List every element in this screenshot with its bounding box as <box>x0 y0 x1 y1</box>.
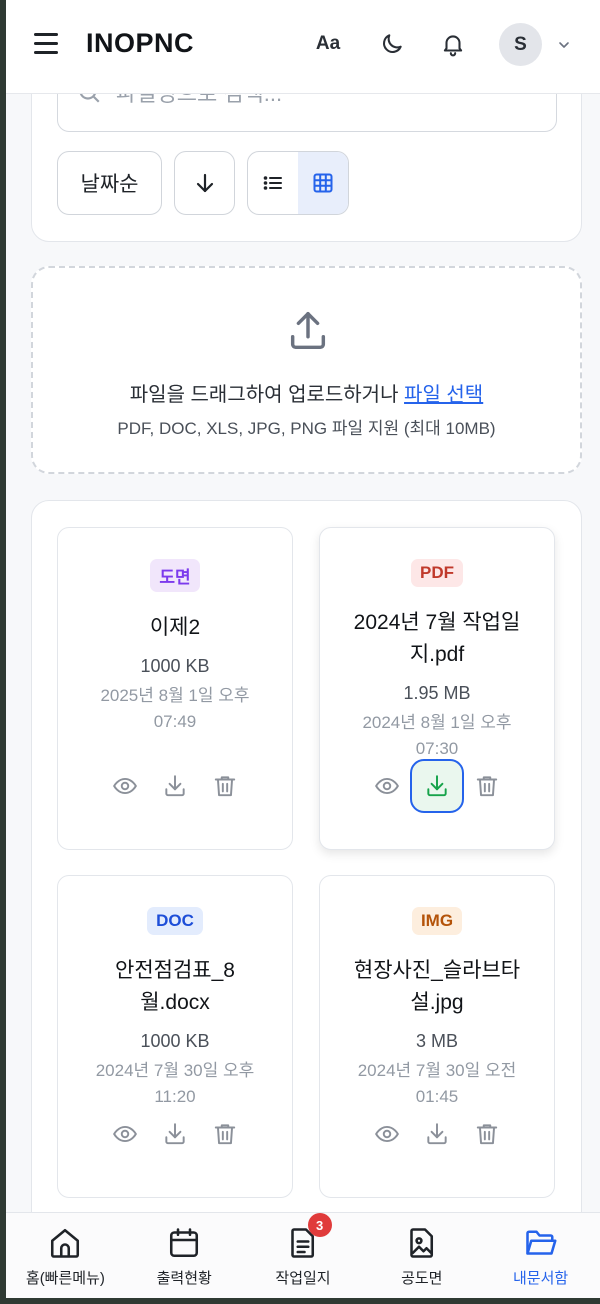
file-size: 1.95 MB <box>403 683 471 703</box>
eye-icon <box>113 1125 137 1143</box>
bell-icon <box>443 35 463 57</box>
file-card[interactable]: IMG 현장사진_슬라브타설.jpg 3 MB 2024년 7월 30일 오전 … <box>319 875 555 1198</box>
file-name: 2024년 7월 작업일지.pdf <box>353 611 521 666</box>
arrow-down-icon <box>196 173 213 193</box>
nav-label: 홈(빠른메뉴) <box>25 1270 105 1287</box>
sort-label: 날짜순 <box>80 173 139 196</box>
download-icon <box>165 775 185 797</box>
nav-item-work-log[interactable]: 3 작업일지 <box>244 1213 363 1298</box>
app-frame: 파일명으로 검색... 날짜순 파일을 드래그하여 업로드하거나 파일 선택 P… <box>6 0 600 1298</box>
delete-button[interactable] <box>212 1121 238 1147</box>
file-name: 이제2 <box>149 616 201 639</box>
grid-icon <box>313 173 333 193</box>
image-file-icon <box>410 1228 433 1258</box>
file-type-badge: 도면 <box>150 559 200 592</box>
upload-dropzone[interactable]: 파일을 드래그하여 업로드하거나 파일 선택 PDF, DOC, XLS, JP… <box>31 266 582 474</box>
download-button[interactable] <box>162 1121 188 1147</box>
menu-line <box>34 51 58 54</box>
download-icon <box>427 1123 447 1145</box>
chevron-down-icon[interactable] <box>556 37 572 53</box>
preview-button[interactable] <box>374 1121 400 1147</box>
notification-badge: 3 <box>307 1213 332 1237</box>
bottom-nav: 홈(빠른메뉴) 출력현황 3 작업일지 공도면 내문서함 <box>6 1212 600 1298</box>
file-type-badge: PDF <box>411 559 463 587</box>
nav-item-output-status[interactable]: 출력현황 <box>125 1213 244 1298</box>
file-grid: 도면 이제2 1000 KB 2025년 8월 1일 오후 07:49 PDF … <box>31 500 582 1260</box>
trash-icon <box>476 776 498 797</box>
nav-label: 출력현황 <box>156 1270 212 1287</box>
trash-icon <box>214 1124 236 1145</box>
sort-direction-button[interactable] <box>174 151 235 215</box>
menu-line <box>34 33 58 36</box>
upload-hint: PDF, DOC, XLS, JPG, PNG 파일 지원 (최대 10MB) <box>117 419 496 438</box>
home-icon <box>51 1228 80 1258</box>
font-size-button[interactable]: Aa <box>314 30 342 58</box>
file-card[interactable]: DOC 안전점검표_8월.docx 1000 KB 2024년 7월 30일 오… <box>57 875 293 1198</box>
menu-line <box>34 42 58 45</box>
app-header: INOPNC Aa S <box>6 0 600 94</box>
file-name: 현장사진_슬라브타설.jpg <box>353 959 521 1014</box>
list-icon <box>263 176 282 190</box>
preview-button[interactable] <box>112 1121 138 1147</box>
file-date: 2024년 8월 1일 오후 07:30 <box>362 713 512 758</box>
dark-mode-button[interactable] <box>378 30 406 58</box>
delete-button[interactable] <box>212 773 238 799</box>
nav-item-home[interactable]: 홈(빠른메뉴) <box>6 1213 125 1298</box>
file-date: 2025년 8월 1일 오후 07:49 <box>100 686 250 731</box>
trash-icon <box>476 1124 498 1145</box>
eye-icon <box>375 1125 399 1143</box>
delete-button[interactable] <box>474 773 500 799</box>
file-size: 1000 KB <box>140 1031 210 1051</box>
upload-prompt-text: 파일을 드래그하여 업로드하거나 <box>129 384 405 406</box>
sort-button[interactable]: 날짜순 <box>57 151 162 215</box>
file-type-badge: IMG <box>411 907 463 935</box>
delete-button[interactable] <box>474 1121 500 1147</box>
file-card[interactable]: PDF 2024년 7월 작업일지.pdf 1.95 MB 2024년 8월 1… <box>319 527 555 850</box>
calendar-icon <box>170 1228 199 1258</box>
list-view-button[interactable] <box>248 152 298 214</box>
eye-icon <box>113 777 137 795</box>
file-size: 1000 KB <box>140 656 210 676</box>
view-toggle <box>247 151 349 215</box>
download-icon <box>427 775 447 797</box>
preview-button[interactable] <box>374 773 400 799</box>
nav-label: 공도면 <box>401 1270 443 1287</box>
notifications-button[interactable] <box>439 30 467 58</box>
download-button[interactable] <box>410 759 464 813</box>
file-size: 3 MB <box>415 1031 458 1051</box>
download-icon <box>165 1123 185 1145</box>
download-button[interactable] <box>424 1121 450 1147</box>
nav-label: 작업일지 <box>275 1270 331 1287</box>
preview-button[interactable] <box>112 773 138 799</box>
menu-button[interactable] <box>34 33 58 55</box>
avatar[interactable]: S <box>499 23 542 66</box>
upload-icon <box>290 312 326 350</box>
brand-logo: INOPNC <box>86 28 195 58</box>
file-date: 2024년 7월 30일 오후 11:20 <box>95 1061 255 1106</box>
file-card[interactable]: 도면 이제2 1000 KB 2025년 8월 1일 오후 07:49 <box>57 527 293 850</box>
upload-prompt: 파일을 드래그하여 업로드하거나 파일 선택 <box>33 378 580 407</box>
trash-icon <box>214 776 236 797</box>
nav-item-drawings[interactable]: 공도면 <box>362 1213 481 1298</box>
file-name: 안전점검표_8월.docx <box>115 959 235 1014</box>
folder-open-icon <box>525 1230 557 1255</box>
file-select-link[interactable]: 파일 선택 <box>404 384 483 406</box>
download-button[interactable] <box>162 773 188 799</box>
file-type-badge: DOC <box>147 907 203 935</box>
grid-view-button[interactable] <box>298 152 348 214</box>
file-date: 2024년 7월 30일 오전 01:45 <box>357 1061 517 1106</box>
nav-item-my-documents[interactable]: 내문서함 <box>481 1213 600 1298</box>
nav-label: 내문서함 <box>512 1270 569 1287</box>
moon-icon <box>383 34 402 53</box>
eye-icon <box>375 777 399 795</box>
